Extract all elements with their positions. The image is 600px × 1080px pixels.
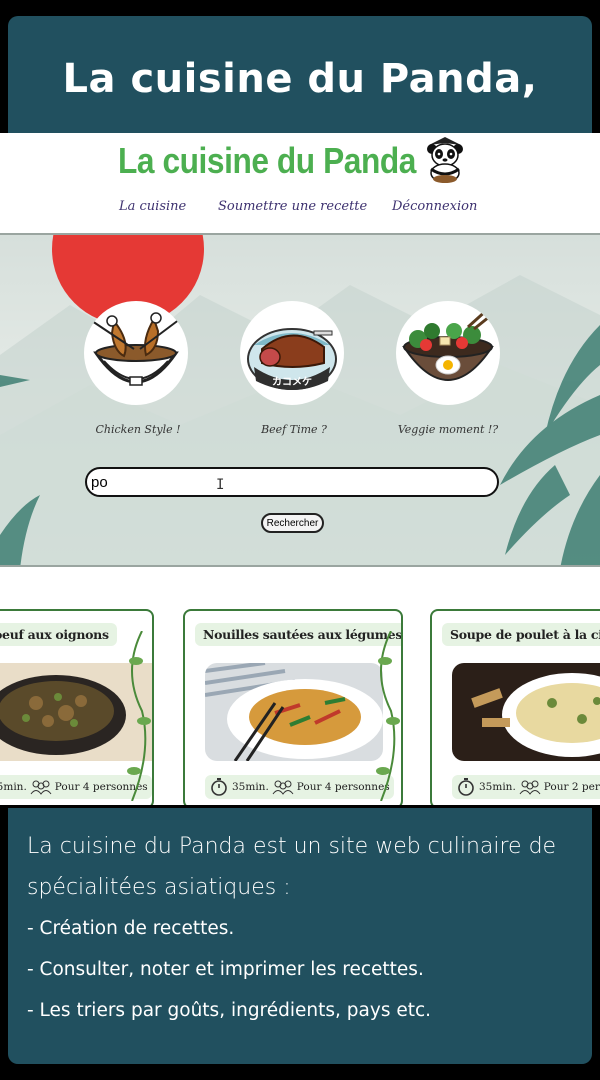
site-logo-text: La cuisine du Panda: [118, 139, 416, 181]
people-icon: [30, 780, 52, 795]
recipe-card[interactable]: Soupe de poulet à la citro 35min. Pour 2…: [430, 609, 600, 805]
recipe-time: 35min.: [0, 781, 27, 793]
recipe-servings: Pour 2 pers: [543, 781, 600, 793]
website-screenshot: La cuisine du Panda La cuisine Soumettre…: [0, 133, 600, 805]
people-icon: [272, 780, 294, 795]
beef-badge-text: カコメケ: [272, 376, 312, 388]
recipe-image[interactable]: [452, 663, 600, 761]
recipe-card[interactable]: oeuf aux oignons 35min. Pour 4 personnes: [0, 609, 154, 805]
feature-item: - Création de recettes.: [27, 918, 235, 939]
feature-item: - Consulter, noter et imprimer les recet…: [27, 959, 424, 980]
site-logo[interactable]: La cuisine du Panda: [118, 133, 457, 188]
timer-icon: [211, 778, 227, 796]
category-chicken[interactable]: [84, 301, 188, 405]
recipe-image[interactable]: [205, 663, 383, 761]
recipe-meta: 35min. Pour 4 personnes: [205, 775, 394, 799]
category-label-chicken[interactable]: Chicken Style !: [95, 423, 180, 436]
category-veggie[interactable]: [396, 301, 500, 405]
top-banner: La cuisine du Panda,: [8, 16, 592, 136]
recipe-cards: oeuf aux oignons 35min. Pour 4 personnes: [0, 567, 600, 805]
main-nav: La cuisine Soumettre une recette Déconne…: [0, 199, 600, 221]
text-cursor-icon: I: [216, 477, 225, 493]
veggie-bowl-icon: [402, 307, 495, 381]
vine-decoration-icon: [127, 631, 151, 801]
recipe-meta: 35min. Pour 2 pers: [452, 775, 600, 799]
nav-la-cuisine[interactable]: La cuisine: [119, 199, 186, 214]
feature-list: - Création de recettes. - Consulter, not…: [27, 908, 592, 1031]
recipe-title[interactable]: Soupe de poulet à la citro: [442, 623, 600, 646]
nav-deconnexion[interactable]: Déconnexion: [392, 199, 477, 214]
description-panel: La cuisine du Panda est un site web culi…: [8, 808, 592, 1064]
category-label-beef[interactable]: Beef Time ?: [261, 423, 327, 436]
recipe-card[interactable]: Nouilles sautées aux légumes 35min. Pour…: [183, 609, 403, 805]
beef-roast-icon: カコメケ: [247, 328, 337, 390]
description-intro: La cuisine du Panda est un site web culi…: [27, 834, 557, 900]
recipe-time: 35min.: [232, 781, 269, 793]
nav-soumettre-recette[interactable]: Soumettre une recette: [218, 199, 367, 214]
vine-decoration-icon: [376, 631, 400, 801]
chicken-bowl-icon: [91, 312, 181, 386]
hero-section: カコメケ Chicken Style ! Beef Time ? Veggie …: [0, 233, 600, 567]
category-label-veggie[interactable]: Veggie moment !?: [398, 423, 498, 436]
category-beef[interactable]: カコメケ: [240, 301, 344, 405]
people-icon: [519, 780, 541, 795]
site-header: La cuisine du Panda La cuisine Soumettre…: [0, 133, 600, 233]
panda-logo-icon: [427, 137, 463, 183]
banner-title: La cuisine du Panda,: [62, 56, 538, 102]
search-input[interactable]: [85, 467, 499, 497]
feature-item: - Les triers par goûts, ingrédients, pay…: [27, 1000, 432, 1021]
recipe-title[interactable]: oeuf aux oignons: [0, 623, 117, 646]
search-button[interactable]: Rechercher: [261, 513, 324, 533]
timer-icon: [458, 778, 474, 796]
recipe-time: 35min.: [479, 781, 516, 793]
